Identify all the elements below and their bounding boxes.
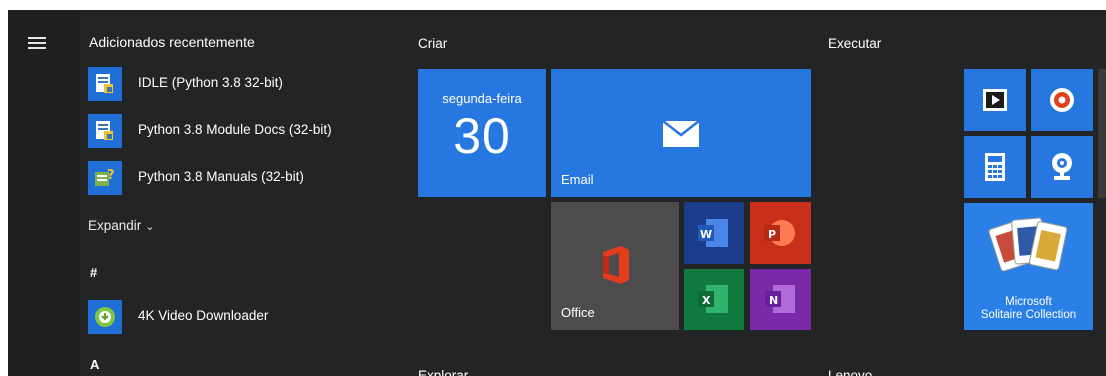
calculator-tile[interactable] xyxy=(964,136,1026,198)
camera-icon xyxy=(1052,153,1072,180)
powerpoint-tile[interactable]: P xyxy=(750,202,811,264)
calendar-day: segunda-feira xyxy=(442,91,522,106)
python-docs-icon xyxy=(88,114,122,148)
partial-tile[interactable] xyxy=(1098,69,1106,198)
group-title-lenovo[interactable]: Lenovo xyxy=(828,368,872,376)
groove-music-icon xyxy=(1050,88,1074,112)
app-list: Adicionados recentemente IDLE (Python 3.… xyxy=(80,10,390,376)
movies-tv-icon xyxy=(983,89,1007,111)
app-item-label: Python 3.8 Manuals (32-bit) xyxy=(138,169,304,184)
app-item-label: 4K Video Downloader xyxy=(138,308,269,323)
powerpoint-icon: P xyxy=(764,220,795,246)
app-item-4k-video-downloader[interactable]: 4K Video Downloader xyxy=(88,296,388,336)
expand-button[interactable]: Expandir ⌄ xyxy=(88,218,155,233)
email-label: Email xyxy=(561,172,594,187)
group-header[interactable]: # xyxy=(90,265,97,280)
app-item-python-docs[interactable]: Python 3.8 Module Docs (32-bit) xyxy=(88,110,388,150)
mail-icon xyxy=(663,121,699,147)
svg-text:P: P xyxy=(768,228,776,241)
recently-added-header: Adicionados recentemente xyxy=(89,34,255,50)
app-item-label: Python 3.8 Module Docs (32-bit) xyxy=(138,122,332,137)
excel-icon: X xyxy=(698,285,728,313)
email-tile[interactable]: Email xyxy=(551,69,811,197)
start-sidebar xyxy=(8,10,80,376)
calendar-tile[interactable]: segunda-feira 30 xyxy=(418,69,546,197)
solitaire-label-line1: Microsoft xyxy=(1005,296,1052,308)
solitaire-tile[interactable]: Microsoft Solitaire Collection xyxy=(964,203,1093,330)
app-item-idle[interactable]: IDLE (Python 3.8 32-bit) xyxy=(88,63,388,103)
chevron-down-icon: ⌄ xyxy=(145,221,155,233)
start-menu: Adicionados recentemente IDLE (Python 3.… xyxy=(8,10,1106,376)
app-item-label: IDLE (Python 3.8 32-bit) xyxy=(138,75,283,90)
office-tile[interactable]: Office xyxy=(551,202,679,330)
playing-cards-icon xyxy=(988,217,1068,272)
calculator-icon xyxy=(985,153,1005,181)
solitaire-label-line2: Solitaire Collection xyxy=(980,309,1077,321)
expand-label: Expandir xyxy=(88,218,142,233)
onenote-tile[interactable]: N xyxy=(750,269,811,330)
group-title-executar[interactable]: Executar xyxy=(828,36,881,51)
calendar-date: 30 xyxy=(453,108,511,164)
app-item-python-manuals[interactable]: ? Python 3.8 Manuals (32-bit) xyxy=(88,157,388,197)
group-header[interactable]: A xyxy=(90,357,99,372)
svg-text:W: W xyxy=(700,228,712,241)
python-manuals-icon: ? xyxy=(88,161,122,195)
4k-video-downloader-icon xyxy=(88,300,122,334)
group-title-criar[interactable]: Criar xyxy=(418,36,447,51)
word-icon: W xyxy=(698,219,728,247)
office-label: Office xyxy=(561,305,595,320)
svg-text:?: ? xyxy=(107,168,115,183)
svg-text:X: X xyxy=(702,294,711,307)
group-title-explorar[interactable]: Explorar xyxy=(418,368,468,376)
solitaire-label: Microsoft Solitaire Collection xyxy=(964,296,1093,322)
movies-tv-tile[interactable] xyxy=(964,69,1026,131)
svg-text:N: N xyxy=(769,294,778,307)
office-icon xyxy=(603,246,629,284)
groove-music-tile[interactable] xyxy=(1031,69,1093,131)
word-tile[interactable]: W xyxy=(684,202,744,264)
hamburger-icon[interactable] xyxy=(28,37,46,49)
onenote-icon: N xyxy=(765,285,795,313)
python-idle-icon xyxy=(88,67,122,101)
camera-tile[interactable] xyxy=(1031,136,1093,198)
excel-tile[interactable]: X xyxy=(684,269,744,330)
